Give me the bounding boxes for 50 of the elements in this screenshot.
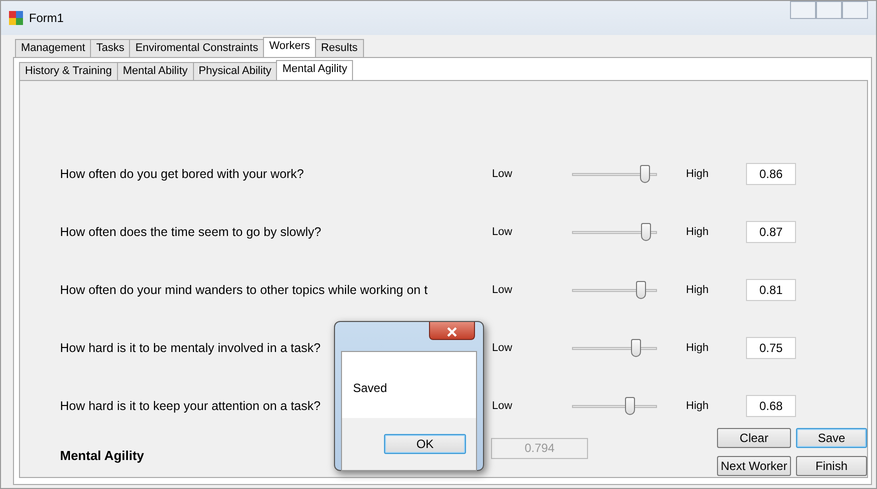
- question-label: How hard is it to be mentaly involved in a task?: [60, 340, 321, 355]
- low-label: Low: [492, 166, 514, 182]
- high-label: High: [686, 282, 710, 298]
- value-field[interactable]: 0.81: [746, 279, 796, 301]
- tab[interactable]: Management: [15, 39, 92, 57]
- tab[interactable]: Mental Agility: [276, 60, 354, 80]
- slider[interactable]: [572, 222, 657, 242]
- app-icon: [9, 11, 23, 25]
- window-title: Form1: [29, 10, 64, 27]
- form-button[interactable]: Next Worker: [717, 456, 791, 476]
- value-field[interactable]: 0.68: [746, 395, 796, 417]
- form-button[interactable]: Clear: [717, 428, 791, 448]
- slider[interactable]: [572, 280, 657, 300]
- tab[interactable]: Tasks: [90, 39, 130, 57]
- slider-thumb[interactable]: [640, 223, 651, 241]
- slider[interactable]: [572, 396, 657, 416]
- low-label: Low: [492, 340, 514, 356]
- high-label: High: [686, 398, 710, 414]
- tab[interactable]: Workers: [263, 37, 316, 57]
- ok-button[interactable]: OK: [384, 434, 466, 454]
- high-label: High: [686, 166, 710, 182]
- close-icon: [447, 327, 457, 338]
- tab[interactable]: Results: [314, 39, 364, 57]
- slider-thumb[interactable]: [624, 397, 635, 415]
- low-label: Low: [492, 398, 514, 414]
- low-label: Low: [492, 224, 514, 240]
- value-field[interactable]: 0.87: [746, 221, 796, 243]
- high-label: High: [686, 340, 710, 356]
- result-label: Mental Agility: [60, 448, 144, 463]
- tab[interactable]: History & Training: [19, 62, 118, 80]
- slider[interactable]: [572, 164, 657, 184]
- slider-thumb[interactable]: [640, 165, 650, 183]
- high-label: High: [686, 224, 710, 240]
- tab[interactable]: Physical Ability: [192, 62, 278, 80]
- slider-thumb[interactable]: [636, 281, 646, 299]
- question-label: How often does the time seem to go by slowly?: [60, 224, 322, 239]
- tab[interactable]: Mental Ability: [116, 62, 194, 80]
- value-field[interactable]: 0.86: [746, 163, 796, 185]
- slider[interactable]: [572, 338, 657, 358]
- question-label: How often do you get bored with your work?: [60, 166, 304, 181]
- form-button[interactable]: Save: [796, 428, 867, 448]
- dialog-close-button[interactable]: [429, 322, 475, 340]
- low-label: Low: [492, 282, 514, 298]
- question-label: How hard is it to keep your attention on a task?: [60, 398, 321, 413]
- dialog-message: Saved: [352, 380, 388, 397]
- value-field[interactable]: 0.75: [746, 337, 796, 359]
- tab[interactable]: Enviromental Constraints: [129, 39, 264, 57]
- slider-thumb[interactable]: [630, 339, 641, 357]
- form-button[interactable]: Finish: [796, 456, 867, 476]
- question-label: How often do your mind wanders to other topics while working on t: [60, 282, 428, 297]
